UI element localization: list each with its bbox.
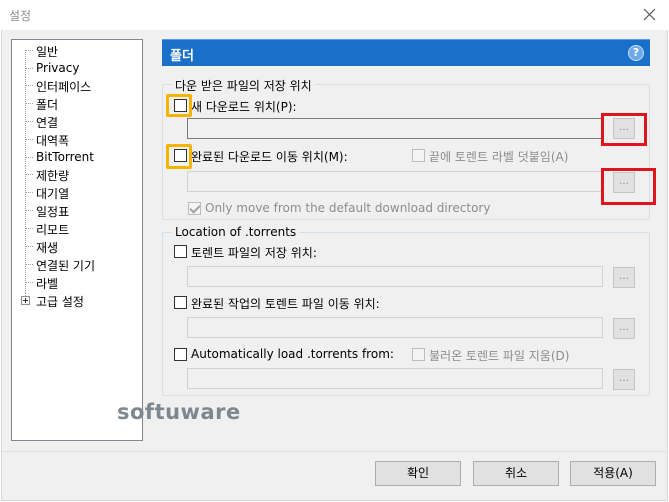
ok-button[interactable]: 확인: [375, 461, 461, 486]
move-finished-torrents-label: 완료된 작업의 토렌트 파일 이동 위치:: [191, 297, 380, 311]
sidebar-item-advanced[interactable]: 고급 설정: [12, 292, 142, 309]
sidebar-item-queueing[interactable]: 대기열: [12, 184, 142, 201]
help-icon[interactable]: ?: [628, 45, 644, 61]
cancel-button[interactable]: 취소: [473, 461, 559, 486]
sidebar-item-label: 폴더: [36, 96, 59, 113]
sidebar-item-paired-devices[interactable]: 연결된 기기: [12, 256, 142, 273]
sidebar-item-labels[interactable]: 라벨: [12, 274, 142, 291]
sidebar-item-label: 대역폭: [36, 134, 70, 148]
group-legend: 다운 받은 파일의 저장 위치: [172, 77, 315, 94]
store-torrents-path-field[interactable]: [187, 266, 603, 287]
highlight-box: [601, 113, 647, 146]
move-finished-torrents-browse-button[interactable]: ...: [613, 318, 635, 339]
delete-loaded-checkbox[interactable]: [412, 348, 425, 361]
move-finished-torrents-path-field[interactable]: [187, 317, 603, 338]
expand-icon[interactable]: [21, 296, 30, 305]
append-label-label: 끝에 토렌트 라벨 덧붙임(A): [429, 150, 569, 164]
group-legend: Location of .torrents: [172, 225, 300, 239]
autoload-label: Automatically load .torrents from:: [191, 347, 394, 361]
highlight-box: [601, 168, 656, 205]
sidebar-item-label: 제한량: [36, 169, 70, 183]
sidebar-item-label: 일반: [36, 45, 59, 59]
watermark: softuware: [117, 400, 241, 424]
only-move-row[interactable]: Only move from the default download dire…: [188, 201, 491, 217]
store-torrents-browse-button[interactable]: ...: [613, 267, 635, 288]
move-completed-path-field[interactable]: [187, 171, 603, 192]
sidebar-item-label: 일정표: [36, 205, 70, 219]
append-label-row[interactable]: 끝에 토렌트 라벨 덧붙임(A): [412, 148, 612, 164]
sidebar-item-label: 고급 설정: [36, 295, 84, 309]
sidebar-item-label: 인터페이스: [36, 80, 92, 94]
new-download-row[interactable]: 새 다운로드 위치(P):: [174, 98, 474, 114]
sidebar-item-bandwidth[interactable]: 대역폭: [12, 131, 142, 148]
window-title: 설정: [9, 9, 32, 23]
sidebar-item-bittorrent[interactable]: BitTorrent: [12, 149, 142, 166]
only-move-checkbox[interactable]: [188, 202, 201, 215]
highlight-box: [166, 144, 192, 169]
sidebar-item-interface[interactable]: 인터페이스: [12, 77, 142, 94]
move-completed-row[interactable]: 완료된 다운로드 이동 위치(M):: [174, 148, 414, 164]
sidebar-item-scheduler[interactable]: 일정표: [12, 202, 142, 219]
append-label-checkbox[interactable]: [412, 149, 425, 162]
sidebar-item-connection[interactable]: 연결: [12, 113, 142, 130]
delete-loaded-row[interactable]: 불러온 토렌트 파일 지움(D): [412, 347, 612, 363]
sidebar-item-label: 라벨: [36, 277, 59, 291]
sidebar-item-label: 연결: [36, 116, 59, 130]
sidebar-item-label: 연결된 기기: [36, 259, 96, 273]
settings-tree[interactable]: 일반 Privacy 인터페이스 폴더 연결 대역폭 BitTorrent 제한…: [11, 39, 143, 441]
store-torrents-label: 토렌트 파일의 저장 위치:: [191, 246, 317, 260]
sidebar-item-folders[interactable]: 폴더: [12, 95, 142, 113]
sidebar-item-privacy[interactable]: Privacy: [12, 60, 142, 77]
sidebar-item-label: Privacy: [36, 61, 80, 75]
panel-header: 폴더 ?: [162, 39, 650, 66]
move-finished-torrents-row[interactable]: 완료된 작업의 토렌트 파일 이동 위치:: [174, 295, 474, 311]
highlight-box: [166, 94, 192, 117]
store-torrents-checkbox[interactable]: [174, 245, 187, 258]
move-completed-label: 완료된 다운로드 이동 위치(M):: [191, 150, 348, 164]
close-icon[interactable]: [639, 4, 661, 26]
autoload-path-field[interactable]: [187, 368, 603, 389]
apply-button[interactable]: 적용(A): [570, 461, 656, 486]
title-bar: 설정: [0, 0, 669, 30]
autoload-checkbox[interactable]: [174, 348, 187, 361]
sidebar-item-remote[interactable]: 리모트: [12, 220, 142, 237]
sidebar-item-general[interactable]: 일반: [12, 42, 142, 59]
sidebar-item-label: BitTorrent: [36, 150, 94, 164]
footer-divider: [1, 451, 668, 452]
delete-loaded-label: 불러온 토렌트 파일 지움(D): [429, 349, 570, 363]
store-torrents-row[interactable]: 토렌트 파일의 저장 위치:: [174, 244, 474, 260]
sidebar-item-label: 대기열: [36, 187, 70, 201]
new-download-label: 새 다운로드 위치(P):: [191, 100, 297, 114]
autoload-browse-button[interactable]: ...: [613, 369, 635, 390]
move-finished-torrents-checkbox[interactable]: [174, 296, 187, 309]
sidebar-item-playback[interactable]: 재생: [12, 238, 142, 255]
autoload-row[interactable]: Automatically load .torrents from:: [174, 347, 404, 363]
sidebar-item-transfer-cap[interactable]: 제한량: [12, 166, 142, 183]
new-download-path-field[interactable]: [187, 118, 603, 139]
sidebar-item-label: 리모트: [36, 223, 70, 237]
sidebar-item-label: 재생: [36, 241, 59, 255]
only-move-label: Only move from the default download dire…: [205, 201, 491, 215]
page-title: 폴더: [170, 49, 194, 64]
